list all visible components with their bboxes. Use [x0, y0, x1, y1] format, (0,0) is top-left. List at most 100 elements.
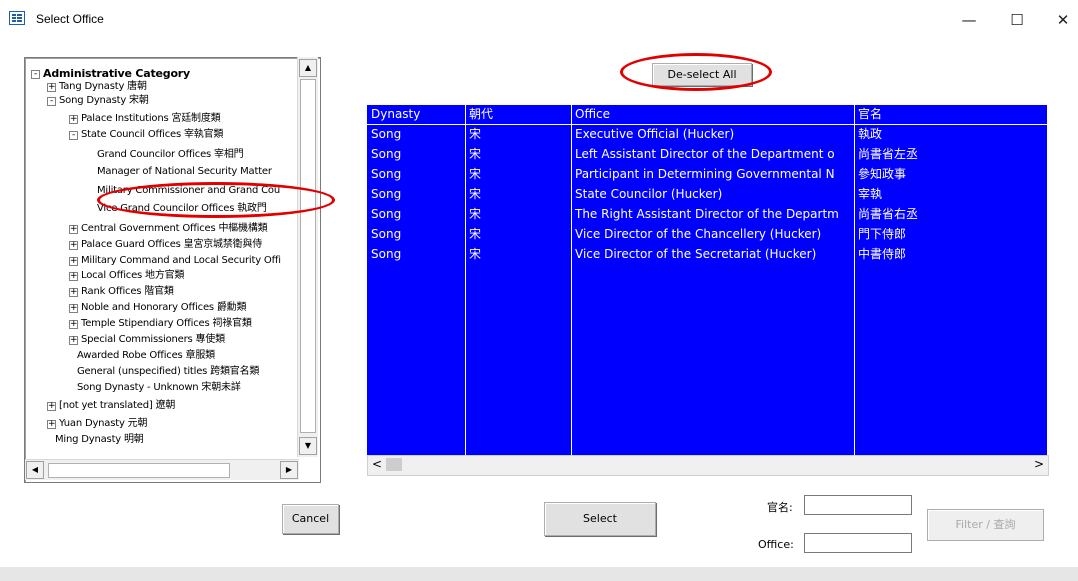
grid-cell[interactable]: Song — [371, 165, 463, 184]
scroll-left-icon[interactable]: < — [372, 457, 382, 471]
tree-item[interactable]: + Palace Institutions 宮廷制度類 — [25, 113, 300, 125]
grid-cell[interactable]: Executive Official (Hucker) — [575, 125, 852, 144]
tree-item[interactable]: Ming Dynasty 明朝 — [25, 434, 300, 446]
minimize-icon[interactable]: — — [954, 10, 984, 30]
expand-icon[interactable]: + — [69, 272, 78, 281]
chinese-name-field[interactable] — [804, 495, 912, 515]
tree-item-label: Palace Institutions 宮廷制度類 — [81, 113, 221, 124]
grid-scroll-thumb[interactable] — [386, 458, 402, 471]
tree-item[interactable]: + Temple Stipendiary Offices 祠祿官類 — [25, 318, 300, 330]
collapse-icon[interactable]: - — [69, 131, 78, 140]
tree-item-label: Tang Dynasty 唐朝 — [59, 81, 147, 92]
tree-item[interactable]: + Special Commissioners 專使類 — [25, 334, 300, 346]
collapse-icon[interactable]: - — [47, 97, 56, 106]
window-title: Select Office — [36, 12, 104, 26]
tree-item[interactable]: Grand Councilor Offices 宰相門 — [25, 149, 300, 161]
grid-cell[interactable]: State Councilor (Hucker) — [575, 185, 852, 204]
tree-item[interactable]: - State Council Offices 宰執官類 — [25, 129, 300, 141]
scroll-down-icon[interactable]: ▼ — [299, 437, 317, 455]
grid-cell[interactable]: 宋 — [469, 125, 569, 144]
tree-item[interactable]: + Tang Dynasty 唐朝 — [25, 81, 300, 93]
tree-item[interactable]: - Administrative Category — [25, 68, 300, 80]
grid-cell[interactable]: 宋 — [469, 145, 569, 164]
select-button[interactable]: Select — [544, 502, 656, 536]
maximize-icon[interactable]: ☐ — [1002, 10, 1032, 30]
tree-item[interactable]: + Military Command and Local Security Off… — [25, 255, 300, 267]
grid-cell[interactable]: 宋 — [469, 185, 569, 204]
tree-item[interactable]: Manager of National Security Matter — [25, 166, 300, 178]
grid-cell[interactable]: Vice Director of the Secretariat (Hucker… — [575, 245, 852, 264]
grid-cell[interactable]: 尚書省左丞 — [858, 145, 1045, 164]
tree-item[interactable]: Vice Grand Councilor Offices 執政門 — [25, 203, 300, 215]
grid-cell[interactable]: Song — [371, 185, 463, 204]
grid-cell[interactable]: 宰執 — [858, 185, 1045, 204]
tree-item-label: Grand Councilor Offices 宰相門 — [97, 149, 244, 160]
grid-cell[interactable]: 執政 — [858, 125, 1045, 144]
expand-icon[interactable]: + — [69, 320, 78, 329]
expand-icon[interactable]: + — [47, 420, 56, 429]
office-grid[interactable]: Dynasty 朝代 Office 官名 Song 宋 Executive Official… — [367, 105, 1047, 455]
expand-icon[interactable]: + — [47, 402, 56, 411]
category-tree[interactable]: - Administrative Category + Tang Dynasty 唐朝… — [24, 57, 321, 483]
tree-item[interactable]: + Yuan Dynasty 元朝 — [25, 418, 300, 430]
expand-icon[interactable]: + — [69, 115, 78, 124]
tree-item[interactable]: + Rank Offices 階官類 — [25, 286, 300, 298]
expand-icon[interactable]: + — [69, 336, 78, 345]
scroll-left-icon[interactable]: ◀ — [26, 461, 44, 479]
grid-cell[interactable]: Song — [371, 145, 463, 164]
tree-item[interactable]: + [not yet translated] 遼朝 — [25, 400, 300, 412]
tree-item[interactable]: General (unspecified) titles 跨類官名類 — [25, 366, 300, 378]
tree-item[interactable]: Awarded Robe Offices 章服類 — [25, 350, 300, 362]
expand-icon[interactable]: + — [69, 241, 78, 250]
grid-horizontal-scrollbar[interactable]: < > — [367, 455, 1049, 476]
filter-button[interactable]: Filter / 查詢 — [927, 509, 1044, 541]
grid-column-header[interactable]: Dynasty — [371, 105, 463, 124]
grid-cell[interactable]: 宋 — [469, 245, 569, 264]
office-field[interactable] — [804, 533, 912, 553]
grid-column-divider — [465, 105, 466, 455]
grid-cell[interactable]: Vice Director of the Chancellery (Hucker… — [575, 225, 852, 244]
expand-icon[interactable]: + — [69, 288, 78, 297]
expand-icon[interactable]: + — [69, 304, 78, 313]
tree-item[interactable]: + Central Government Offices 中樞機構類 — [25, 223, 300, 235]
tree-horizontal-thumb[interactable] — [48, 463, 230, 478]
collapse-icon[interactable]: - — [31, 70, 40, 79]
grid-cell[interactable]: 宋 — [469, 225, 569, 244]
grid-cell[interactable]: The Right Assistant Director of the Depa… — [575, 205, 852, 224]
expand-icon[interactable]: + — [69, 225, 78, 234]
grid-cell[interactable]: Song — [371, 245, 463, 264]
grid-cell[interactable]: Song — [371, 125, 463, 144]
grid-cell[interactable]: 宋 — [469, 205, 569, 224]
tree-item[interactable]: Song Dynasty - Unknown 宋朝未詳 — [25, 382, 300, 394]
grid-cell[interactable]: 中書侍郎 — [858, 245, 1045, 264]
grid-cell[interactable]: 尚書省右丞 — [858, 205, 1045, 224]
scroll-right-icon[interactable]: ▶ — [280, 461, 298, 479]
grid-column-header[interactable]: 朝代 — [469, 105, 569, 124]
grid-cell[interactable]: 參知政事 — [858, 165, 1045, 184]
tree-item[interactable]: + Noble and Honorary Offices 爵勳類 — [25, 302, 300, 314]
tree-item-label: Yuan Dynasty 元朝 — [59, 418, 148, 429]
grid-cell[interactable]: 門下侍郎 — [858, 225, 1045, 244]
deselect-all-button[interactable]: De-select All — [652, 63, 752, 86]
close-icon[interactable]: ✕ — [1048, 10, 1078, 30]
tree-item[interactable]: + Local Offices 地方官類 — [25, 270, 300, 282]
scroll-right-icon[interactable]: > — [1034, 457, 1044, 471]
grid-cell[interactable]: Left Assistant Director of the Departmen… — [575, 145, 852, 164]
grid-cell[interactable]: 宋 — [469, 165, 569, 184]
scroll-up-icon[interactable]: ▲ — [299, 59, 317, 77]
tree-item[interactable]: Military Commissioner and Grand Cou — [25, 185, 300, 197]
tree-item[interactable]: - Song Dynasty 宋朝 — [25, 95, 300, 107]
cancel-button[interactable]: Cancel — [282, 504, 339, 534]
tree-vertical-thumb[interactable] — [300, 79, 316, 433]
tree-item[interactable]: + Palace Guard Offices 皇宮京城禁衛與侍 — [25, 239, 300, 251]
expand-icon[interactable]: + — [47, 83, 56, 92]
grid-cell[interactable]: Song — [371, 205, 463, 224]
tree-item-label: Manager of National Security Matter — [97, 166, 272, 177]
expand-icon[interactable]: + — [69, 257, 78, 266]
grid-column-header[interactable]: 官名 — [858, 105, 1045, 124]
title-bar: Select Office — ☐ ✕ — [0, 0, 1078, 40]
grid-cell[interactable]: Song — [371, 225, 463, 244]
grid-column-header[interactable]: Office — [575, 105, 852, 124]
grid-cell[interactable]: Participant in Determining Governmental … — [575, 165, 852, 184]
tree-item-label: Military Command and Local Security Offi — [81, 255, 281, 266]
